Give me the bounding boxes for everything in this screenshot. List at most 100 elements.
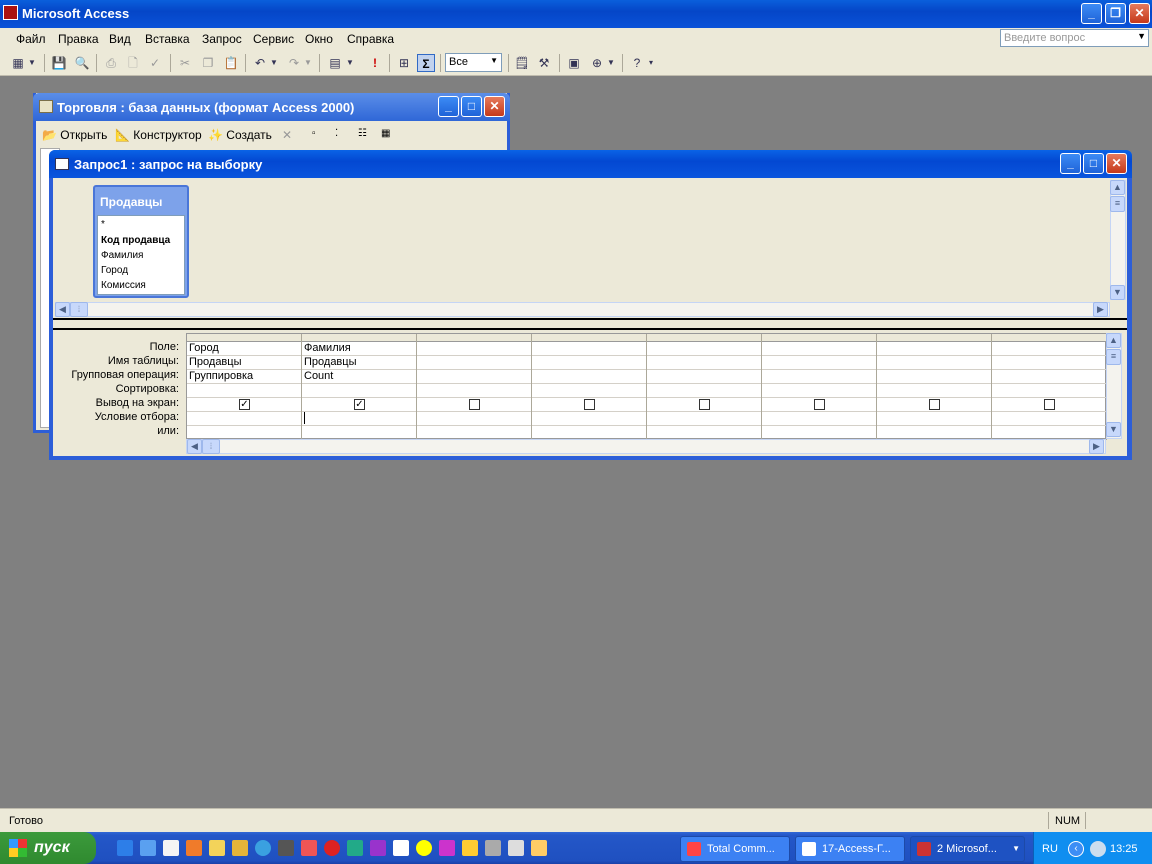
show-checkbox[interactable]: ✓	[239, 399, 250, 410]
table-cell[interactable]: Продавцы	[304, 356, 415, 368]
show-checkbox[interactable]	[814, 399, 825, 410]
view-icon[interactable]: ▦	[9, 54, 27, 72]
opera-icon[interactable]	[324, 840, 340, 856]
group-dropdown-icon[interactable]: ▼	[1012, 844, 1020, 853]
show-hidden-icons-icon[interactable]: ‹	[1068, 841, 1084, 857]
close-icon[interactable]: ✕	[484, 96, 505, 117]
document-icon[interactable]	[393, 840, 409, 856]
field-item[interactable]: Комиссия	[101, 280, 146, 291]
field-item[interactable]: *	[101, 219, 105, 230]
scroll-thumb[interactable]: ⦙	[202, 439, 220, 454]
criteria-cell[interactable]	[649, 412, 760, 424]
or-cell[interactable]	[879, 426, 990, 438]
scroll-down-icon[interactable]: ▼	[1106, 422, 1121, 437]
query-type-icon[interactable]: ▤	[326, 54, 344, 72]
redo-dropdown-icon[interactable]: ▼	[303, 54, 313, 72]
tray-app-icon[interactable]	[1090, 841, 1106, 857]
scroll-left-icon[interactable]: ◀	[187, 439, 202, 454]
maximize-icon[interactable]: □	[1083, 153, 1104, 174]
menu-window[interactable]: Окно	[305, 32, 333, 46]
scroll-thumb[interactable]: ≡	[1106, 349, 1121, 365]
show-checkbox[interactable]	[1044, 399, 1055, 410]
help-icon[interactable]: ?	[628, 54, 646, 72]
table-cell[interactable]: Продавцы	[189, 356, 300, 368]
scroll-up-icon[interactable]: ▲	[1110, 180, 1125, 195]
undo-dropdown-icon[interactable]: ▼	[269, 54, 279, 72]
scroll-thumb[interactable]: ≡	[1110, 196, 1125, 212]
language-indicator[interactable]: RU	[1042, 843, 1058, 855]
sort-cell[interactable]	[534, 384, 645, 396]
books-icon[interactable]	[347, 840, 363, 856]
total-cell[interactable]: Count	[304, 370, 415, 382]
media-icon[interactable]	[278, 840, 294, 856]
total-cell[interactable]: Группировка	[189, 370, 300, 382]
task-total-commander[interactable]: Total Comm...	[680, 836, 790, 862]
print-icon[interactable]: ⎙	[102, 54, 120, 72]
task-word[interactable]: 17-Access-Г...	[795, 836, 905, 862]
sort-cell[interactable]	[879, 384, 990, 396]
sort-cell[interactable]	[419, 384, 530, 396]
scroll-thumb[interactable]: ⦙	[70, 302, 88, 317]
hand-icon[interactable]	[531, 840, 547, 856]
small-icons-icon[interactable]: ⁚	[335, 128, 338, 139]
sort-cell[interactable]	[649, 384, 760, 396]
winamp-icon[interactable]	[301, 840, 317, 856]
dropdown-arrow-icon[interactable]: ▼	[1137, 31, 1146, 41]
or-cell[interactable]	[764, 426, 875, 438]
sort-cell[interactable]	[994, 384, 1105, 396]
horizontal-scrollbar[interactable]	[55, 302, 1110, 317]
field-cell[interactable]: Город	[189, 342, 300, 354]
or-cell[interactable]	[304, 426, 415, 438]
new-object-icon[interactable]: ⊕	[588, 54, 606, 72]
field-item[interactable]: Фамилия	[101, 250, 143, 261]
restore-icon[interactable]: ❐	[1105, 3, 1126, 24]
criteria-cell[interactable]	[419, 412, 530, 424]
plane-icon[interactable]	[232, 840, 248, 856]
field-cell[interactable]: Фамилия	[304, 342, 415, 354]
tool-icon[interactable]	[370, 840, 386, 856]
create-button[interactable]: ✨ Создать	[208, 128, 272, 142]
sort-cell[interactable]	[304, 384, 415, 396]
menu-edit[interactable]: Правка	[58, 32, 99, 46]
criteria-cell[interactable]	[879, 412, 990, 424]
player-icon[interactable]	[416, 840, 432, 856]
or-cell[interactable]	[419, 426, 530, 438]
ie-icon[interactable]	[117, 840, 133, 856]
maximize-icon[interactable]: □	[461, 96, 482, 117]
field-item-primary-key[interactable]: Код продавца	[101, 235, 170, 246]
close-icon[interactable]: ✕	[1106, 153, 1127, 174]
preview-icon[interactable]: 🗋	[124, 54, 142, 72]
toolbar-options-icon[interactable]: ▾	[646, 54, 656, 72]
menu-file[interactable]: Файл	[16, 32, 46, 46]
pane-splitter[interactable]	[53, 318, 1127, 330]
show-checkbox[interactable]: ✓	[354, 399, 365, 410]
outlook-express-icon[interactable]	[140, 840, 156, 856]
or-cell[interactable]	[649, 426, 760, 438]
scroll-right-icon[interactable]: ▶	[1093, 302, 1108, 317]
open-button[interactable]: 📂 Открыть	[42, 128, 107, 142]
sort-cell[interactable]	[189, 384, 300, 396]
menu-tools[interactable]: Сервис	[253, 32, 294, 46]
new-object-dropdown-icon[interactable]: ▼	[606, 54, 616, 72]
spelling-icon[interactable]: ✓	[146, 54, 164, 72]
undo-icon[interactable]: ↶	[251, 54, 269, 72]
scroll-right-icon[interactable]: ▶	[1089, 439, 1104, 454]
show-checkbox[interactable]	[929, 399, 940, 410]
or-cell[interactable]	[994, 426, 1105, 438]
query-type-dropdown-icon[interactable]: ▼	[345, 54, 355, 72]
task-access[interactable]: 2 Microsof... ▼	[910, 836, 1025, 862]
dropdown-arrow-icon[interactable]: ▼	[490, 56, 498, 65]
database-window-icon[interactable]: ▣	[565, 54, 583, 72]
field-item[interactable]: Город	[101, 265, 128, 276]
menu-query[interactable]: Запрос	[202, 32, 242, 46]
list-view-icon[interactable]: ☷	[358, 128, 367, 139]
help-search-input[interactable]: Введите вопрос ▼	[1000, 29, 1149, 47]
image-icon[interactable]	[485, 840, 501, 856]
minimize-icon[interactable]: _	[438, 96, 459, 117]
criteria-cell[interactable]	[189, 412, 300, 424]
menu-help[interactable]: Справка	[347, 32, 394, 46]
show-table-icon[interactable]: ⊞	[395, 54, 413, 72]
show-checkbox[interactable]	[469, 399, 480, 410]
criteria-cell[interactable]	[534, 412, 645, 424]
search-file-icon[interactable]: 🔍	[73, 54, 91, 72]
